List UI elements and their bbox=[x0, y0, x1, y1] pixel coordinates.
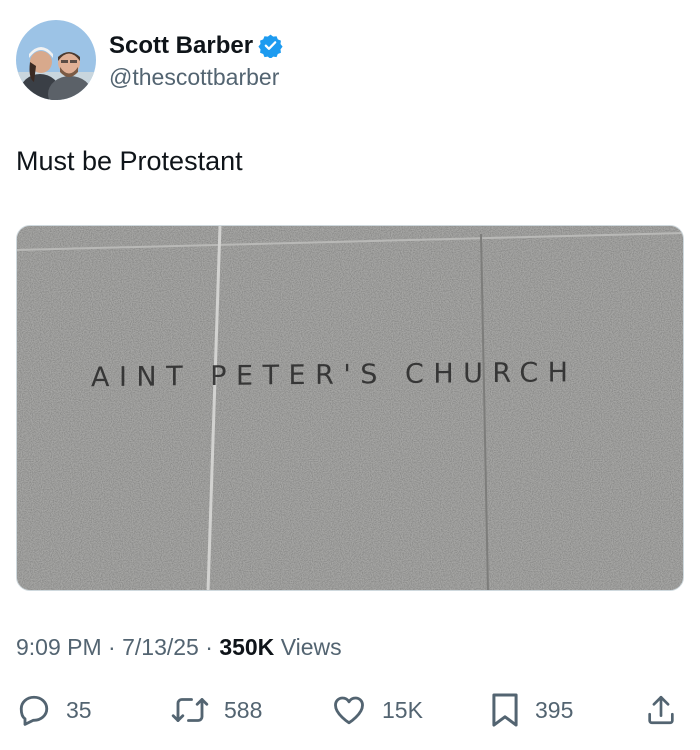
views-count: 350K bbox=[219, 634, 275, 660]
repost-button[interactable]: 588 bbox=[170, 688, 262, 732]
repost-icon bbox=[171, 698, 209, 722]
like-count: 15K bbox=[382, 696, 423, 723]
bookmark-button[interactable]: 395 bbox=[489, 688, 573, 732]
meta-separator: · bbox=[205, 634, 213, 660]
tweet-meta: 9:09 PM · 7/13/25 · 350K Views bbox=[16, 634, 342, 661]
tweet-date[interactable]: 7/13/25 bbox=[122, 634, 199, 660]
reply-icon bbox=[19, 695, 49, 726]
tweet-text: Must be Protestant bbox=[16, 146, 243, 176]
tweet: Scott Barber @thescottbarber Must be Pro… bbox=[0, 0, 700, 750]
user-handle[interactable]: @thescottbarber bbox=[109, 64, 283, 91]
tweet-header: Scott Barber @thescottbarber bbox=[16, 20, 283, 100]
share-button[interactable] bbox=[644, 688, 678, 732]
views-label: Views bbox=[280, 634, 342, 660]
display-name-row: Scott Barber bbox=[109, 30, 283, 62]
action-bar: 35 588 15K 395 bbox=[0, 688, 700, 732]
share-icon bbox=[648, 695, 674, 725]
bookmark-count: 395 bbox=[535, 696, 574, 723]
sign-text: AINT PETER'S CHURCH bbox=[91, 357, 577, 393]
verified-badge-icon bbox=[258, 33, 283, 59]
meta-separator: · bbox=[108, 634, 116, 660]
heart-icon bbox=[334, 696, 364, 725]
reply-count: 35 bbox=[66, 696, 92, 723]
tweet-photo[interactable]: AINT PETER'S CHURCH bbox=[16, 225, 684, 591]
display-name[interactable]: Scott Barber bbox=[109, 32, 253, 60]
bookmark-icon bbox=[492, 693, 518, 727]
avatar[interactable] bbox=[16, 20, 96, 100]
reply-button[interactable]: 35 bbox=[16, 688, 92, 732]
like-button[interactable]: 15K bbox=[330, 688, 423, 732]
tweet-time[interactable]: 9:09 PM bbox=[16, 634, 102, 660]
user-names: Scott Barber @thescottbarber bbox=[109, 30, 283, 91]
repost-count: 588 bbox=[224, 696, 263, 723]
